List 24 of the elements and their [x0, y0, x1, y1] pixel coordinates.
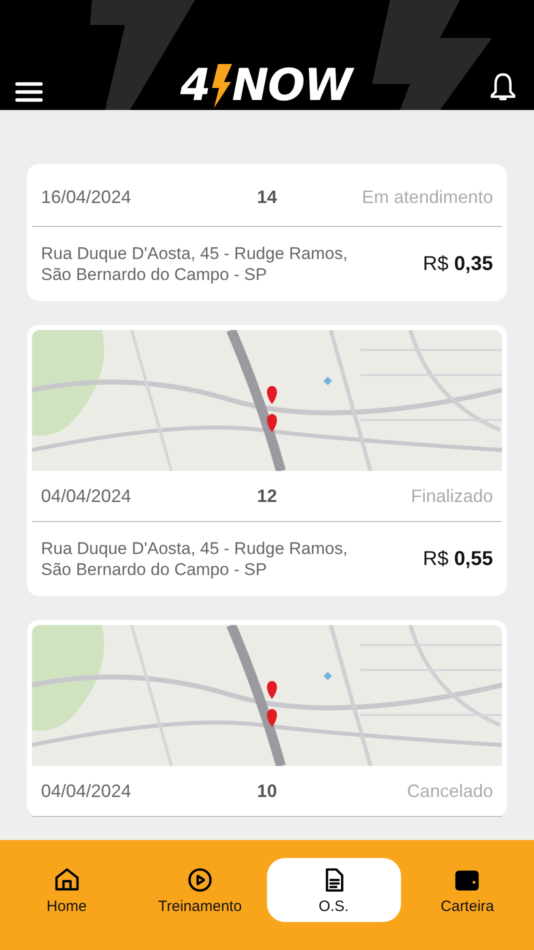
order-status: Cancelado — [406, 780, 493, 802]
order-status: Em atendimento — [362, 187, 493, 208]
nav-tab[interactable]: Treinamento — [154, 858, 246, 922]
order-number: 10 — [256, 780, 277, 802]
order-number: 14 — [256, 187, 277, 208]
order-price: R$ 0,55 — [422, 548, 493, 570]
order-card[interactable]: 04/04/2024 12 Finalizado Rua Duque D'Aosta, 45 - Rudge Ramos, São Bernardo do Campo - SP R$ 0,55 — [27, 325, 507, 596]
order-address: Rua Duque D'Aosta, 45 - Rudge Ramos, São Bernardo do Campo - SP — [41, 243, 349, 285]
nav-tab[interactable]: O.S. — [266, 858, 401, 922]
play-icon — [186, 866, 214, 894]
nav-tab[interactable]: Home — [42, 858, 91, 922]
order-date: 04/04/2024 — [41, 486, 132, 506]
menu-icon — [14, 80, 44, 104]
order-status: Finalizado — [410, 486, 493, 506]
order-number: 12 — [256, 486, 277, 506]
order-card[interactable]: 16/04/2024 14 Em atendimento Rua Duque D'Aosta, 45 - Rudge Ramos, São Bernardo do Campo - SP R$ 0,35 — [27, 164, 507, 301]
nav-tab[interactable]: Carteira — [436, 858, 498, 922]
logo: 4 NOW — [180, 64, 352, 108]
order-price: R$ 0,35 — [422, 252, 493, 276]
order-card[interactable]: 04/04/2024 10 Cancelado — [27, 620, 507, 817]
home-icon — [52, 866, 81, 894]
order-address: Rua Duque D'Aosta, 45 - Rudge Ramos, São Bernardo do Campo - SP — [41, 538, 349, 580]
order-date: 16/04/2024 — [41, 187, 132, 208]
order-date: 04/04/2024 — [41, 780, 132, 802]
